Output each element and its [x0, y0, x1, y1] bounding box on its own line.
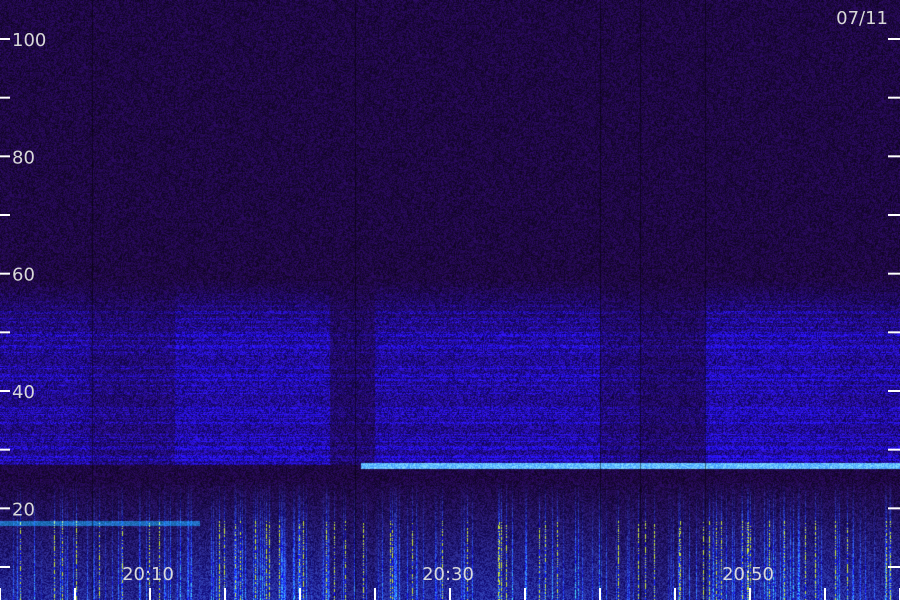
- y-tick-label: 100: [12, 30, 46, 51]
- x-tick-label: 20:50: [722, 564, 774, 585]
- x-axis: 20:10 20:30 20:50: [0, 564, 900, 600]
- x-tick-label: 20:30: [422, 564, 474, 585]
- y-tick-label: 40: [12, 382, 35, 403]
- y-tick-label: 20: [12, 499, 35, 520]
- date-label: 07/11: [836, 8, 888, 29]
- y-axis-right: [888, 38, 900, 568]
- x-tick-label: 20:10: [122, 564, 174, 585]
- y-tick-label: 80: [12, 147, 35, 168]
- y-axis-left: 100 80 60 40 20: [0, 30, 46, 568]
- y-tick-label: 60: [12, 265, 35, 286]
- spectrogram-overlay: 100 80 60 40 20 20:10 20:30 20:50 07/11: [0, 8, 900, 600]
